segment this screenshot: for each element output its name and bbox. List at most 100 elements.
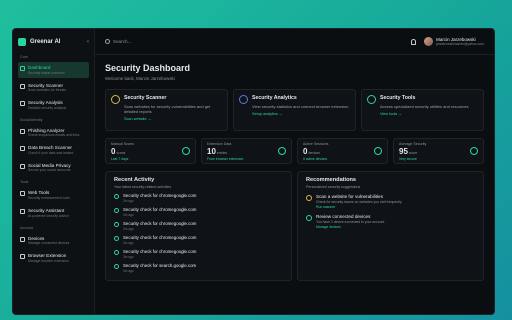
- stat-value: 10: [207, 147, 216, 156]
- activity-text: Security check for search.google.com: [123, 263, 197, 268]
- stat-unit: entries: [216, 151, 228, 155]
- user-info[interactable]: Marcin Jarzebowski jarzebowskimarcin@yah…: [436, 37, 484, 46]
- recommendation-item: Scan a website for vulnerabilities Check…: [306, 194, 475, 209]
- feature-link[interactable]: View tools →: [380, 112, 468, 116]
- bolt-icon: [367, 95, 376, 104]
- sidebar-item[interactable]: Web Tools Security enhancement tools: [18, 187, 89, 203]
- sidebar-item[interactable]: Security Scanner Scan websites for threat…: [18, 80, 89, 96]
- stat-foot: 0 active devices: [303, 157, 328, 161]
- sidebar-item[interactable]: Phishing Analyzer Check suspicious emails…: [18, 125, 89, 141]
- scan-icon: [182, 147, 190, 155]
- collapse-sidebar-icon[interactable]: ‹: [87, 39, 89, 45]
- sidebar-item-sub: Check if your data was leaked: [28, 150, 74, 155]
- sidebar-item[interactable]: Devices Manage connected devices: [18, 233, 89, 249]
- sidebar-nav: Core Dashboard Security status overview Sec…: [18, 55, 89, 266]
- nav-icon: [20, 146, 25, 152]
- avatar[interactable]: [424, 37, 434, 46]
- stat-foot: Last 7 days: [111, 157, 129, 161]
- feature-title: Security Scanner: [124, 95, 167, 101]
- nav-icon: [20, 83, 25, 89]
- stat-value: 0: [111, 147, 116, 156]
- feature-title: Security Tools: [380, 95, 416, 101]
- sidebar-item[interactable]: Data Breach Scanner Check if your data wa…: [18, 142, 89, 158]
- nav-icon: [20, 128, 25, 134]
- activity-text: Security check for chromegoogle.com: [123, 207, 197, 212]
- recommendation-desc: You have 1 device connected to your acco…: [316, 220, 385, 224]
- recommendation-desc: Check for security issues on websites yo…: [316, 200, 402, 204]
- stat-unit: scans: [116, 151, 126, 155]
- check-circle-icon: [114, 222, 119, 227]
- page-subtitle: Welcome back, Marcin Jarzebowski: [105, 76, 175, 81]
- stat-foot: Very secure: [399, 157, 417, 161]
- search-placeholder: Search...: [113, 39, 132, 44]
- panel-title: Recent Activity: [114, 177, 155, 183]
- topbar: Search... Marcin Jarzebowski jarzebowski…: [95, 29, 494, 55]
- activity-item: Security check for chromegoogle.com 3m ag…: [114, 249, 283, 259]
- stat-label: Average Security: [399, 142, 427, 146]
- feature-card-scanner[interactable]: Security Scanner Scan websites for secur…: [105, 89, 228, 131]
- feature-card-analytics[interactable]: Security Analytics View security statist…: [233, 89, 356, 131]
- activity-item: Security check for chromegoogle.com 2m ag…: [114, 221, 283, 231]
- page-title: Security Dashboard: [105, 63, 191, 73]
- sidebar-section-heading: Tools: [20, 180, 29, 185]
- nav-icon: [20, 254, 25, 260]
- check-circle-icon: [114, 208, 119, 213]
- activity-time: 2m ago: [123, 241, 134, 245]
- check-circle-icon: [114, 250, 119, 255]
- feature-desc: Scan websites for security vulnerabiliti…: [124, 104, 211, 114]
- sidebar-item[interactable]: Dashboard Security status overview: [18, 62, 89, 78]
- stat-label: Active Sessions: [303, 142, 329, 146]
- feature-desc: Access specialized security utilities an…: [380, 104, 469, 109]
- sidebar-item-sub: Secure your social accounts: [28, 168, 71, 173]
- brand[interactable]: Greenar AI ‹: [18, 35, 89, 49]
- sidebar-item[interactable]: Security Assistant AI-powered security ad…: [18, 205, 89, 221]
- feature-link[interactable]: Scan website →: [124, 117, 222, 121]
- sidebar-item-sub: Check suspicious emails and links: [28, 133, 80, 138]
- check-circle-icon: [114, 194, 119, 199]
- activity-time: 2m ago: [123, 213, 134, 217]
- nav-icon: [20, 163, 25, 169]
- stat-extension-data: Extension Data 10entries From browser ex…: [201, 138, 292, 164]
- sidebar-item-sub: AI-powered security advice: [28, 213, 69, 218]
- sidebar-item-label: Data Breach Scanner: [28, 145, 72, 151]
- sidebar-item-label: Security Assistant: [28, 208, 65, 214]
- recommendation-title: Review connected devices: [316, 214, 371, 219]
- sidebar-item-sub: Security enhancement tools: [28, 195, 70, 200]
- activity-text: Security check for chromegoogle.com: [123, 249, 197, 254]
- sidebar-item-sub: Detailed security analysis: [28, 105, 67, 110]
- stat-cards: Manual Scans 0scans Last 7 days Extensio…: [105, 138, 484, 164]
- stat-average-security: Average Security 95score Very secure: [393, 138, 484, 164]
- sidebar-item[interactable]: Social Media Privacy Secure your social a…: [18, 160, 89, 176]
- stat-foot: From browser extension: [207, 157, 244, 161]
- sidebar-item[interactable]: Security Analysis Detailed security analy…: [18, 97, 89, 113]
- feature-link[interactable]: Setup analytics →: [252, 112, 348, 116]
- recommendation-link[interactable]: Run scanner: [316, 205, 402, 209]
- search-input[interactable]: Search...: [105, 39, 195, 44]
- device-icon: [374, 147, 382, 155]
- activity-time: 2m ago: [123, 227, 134, 231]
- stat-manual-scans: Manual Scans 0scans Last 7 days: [105, 138, 196, 164]
- feature-cards: Security Scanner Scan websites for secur…: [105, 89, 484, 131]
- recommendation-link[interactable]: Manage devices: [316, 225, 384, 229]
- feature-desc: View security statistics and connect bro…: [252, 104, 349, 109]
- activity-text: Security check for chromegoogle.com: [123, 235, 197, 240]
- check-circle-icon: [114, 264, 119, 269]
- bell-icon[interactable]: [411, 38, 417, 45]
- feature-card-tools[interactable]: Security Tools Access specialized securi…: [361, 89, 484, 131]
- panel-subtitle: Your latest security-related activities: [114, 185, 172, 189]
- sidebar-section-heading: Social/Identity: [20, 117, 43, 122]
- device-icon: [306, 215, 312, 221]
- sidebar: Greenar AI ‹ Core Dashboard Security statu…: [13, 29, 95, 314]
- nav-icon: [20, 101, 25, 107]
- stat-active-sessions: Active Sessions 0devices 0 active device…: [297, 138, 388, 164]
- recommendation-item: Review connected devices You have 1 devi…: [306, 214, 475, 229]
- feature-title: Security Analytics: [252, 95, 297, 101]
- stat-unit: devices: [308, 151, 320, 155]
- shield-check-icon: [470, 147, 478, 155]
- search-icon: [105, 39, 110, 44]
- panel-subtitle: Personalized security suggestions: [306, 185, 361, 189]
- nav-icon: [20, 191, 25, 197]
- sidebar-item[interactable]: Browser Extension Manage browser extensio…: [18, 250, 89, 266]
- activity-time: 3m ago: [123, 269, 134, 273]
- stat-value: 0: [303, 147, 308, 156]
